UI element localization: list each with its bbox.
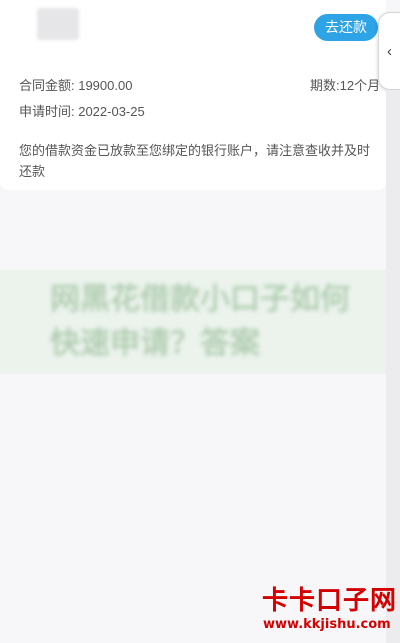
watermark-url: www.kkjishu.com xyxy=(263,617,391,632)
watermark-logo: 卡卡口子网 xyxy=(262,586,398,616)
loan-period: 期数:12个月 xyxy=(310,78,381,93)
repay-button[interactable]: 去还款 xyxy=(314,14,378,41)
disbursement-notice: 您的借款资金已放款至您绑定的银行账户，请注意查收并及时还款 xyxy=(19,143,371,179)
loan-card: 去还款 合同金额: 19900.00 期数:12个月 申请时间: 2022-03… xyxy=(0,0,386,190)
side-panel-strip xyxy=(386,90,400,643)
contract-amount: 合同金额: 19900.00 xyxy=(19,78,133,93)
avatar xyxy=(37,8,79,40)
side-panel-handle[interactable]: ‹ xyxy=(378,12,400,90)
banner-title: 网黑花借款小口子如何快速申请？答案 xyxy=(50,282,350,361)
apply-time: 申请时间: 2022-03-25 xyxy=(19,104,145,119)
overlay-banner: 网黑花借款小口子如何快速申请？答案 xyxy=(0,270,386,374)
chevron-left-icon: ‹ xyxy=(387,42,392,60)
